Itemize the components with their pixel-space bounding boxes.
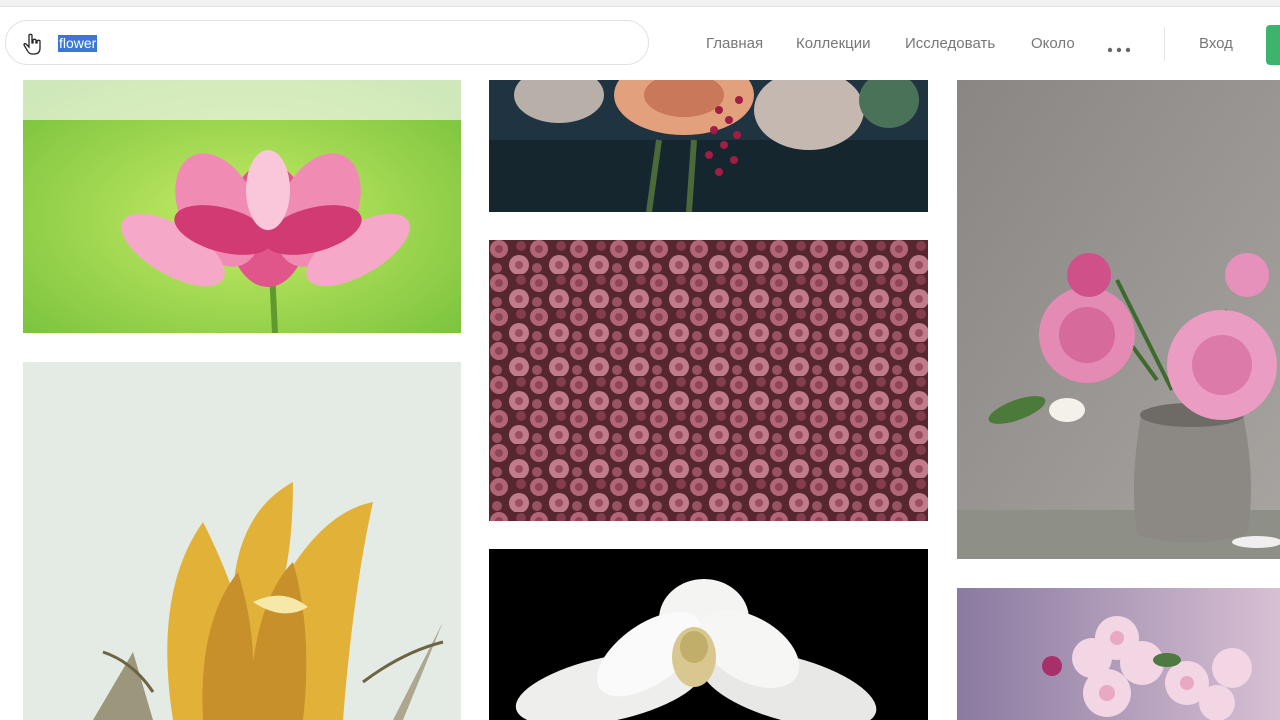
search-input-value[interactable]: flower	[58, 35, 98, 52]
nav-link-about[interactable]: Около	[1031, 35, 1075, 52]
nav-link-collections[interactable]: Коллекции	[796, 35, 871, 52]
nav-link-home[interactable]: Главная	[706, 35, 763, 52]
browser-top-edge	[0, 0, 1280, 7]
photo-peonies-in-vase[interactable]	[957, 80, 1280, 559]
site-header: flower Главная Коллекции Исследовать Око…	[0, 7, 1280, 73]
login-link[interactable]: Вход	[1199, 35, 1233, 52]
search-bar[interactable]: flower	[5, 20, 649, 65]
photo-pink-blossoms[interactable]	[957, 588, 1280, 720]
nav-link-explore[interactable]: Исследовать	[905, 35, 995, 52]
ellipsis-icon[interactable]	[1106, 41, 1132, 53]
photo-rose-bouquet[interactable]	[489, 80, 928, 212]
photo-pink-chrysanthemums[interactable]	[489, 240, 928, 521]
pointer-hand-icon	[21, 32, 45, 56]
photo-white-magnolia[interactable]	[489, 549, 928, 720]
header-divider	[1164, 27, 1165, 61]
signup-button[interactable]	[1266, 25, 1280, 65]
photo-yellow-flower-bud[interactable]	[23, 362, 461, 720]
photo-pink-lotus[interactable]	[23, 80, 461, 333]
